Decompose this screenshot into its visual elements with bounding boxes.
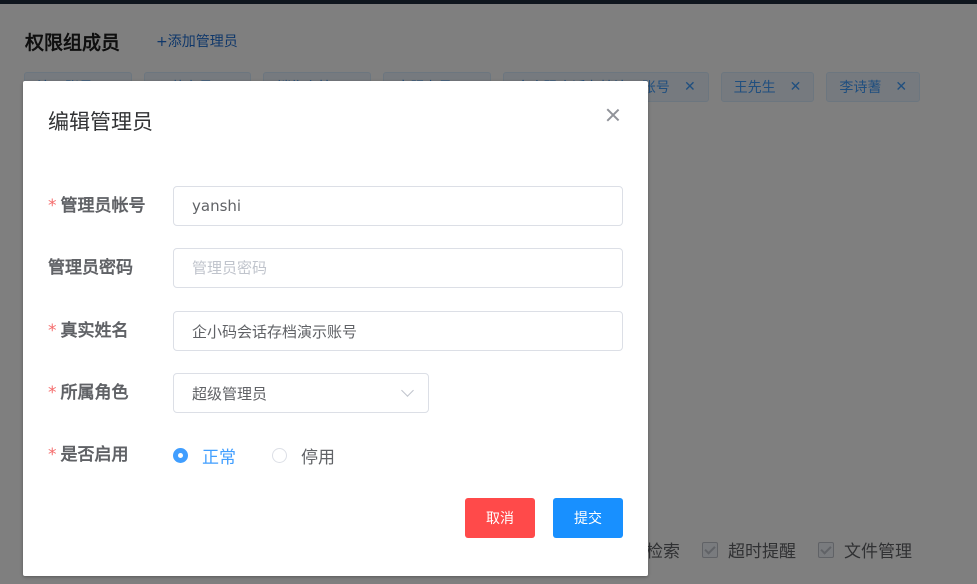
account-input[interactable] — [173, 186, 623, 226]
account-label: * 管理员帐号 — [48, 186, 146, 226]
cancel-button[interactable]: 取消 — [465, 498, 535, 538]
required-mark: * — [48, 445, 57, 465]
close-icon[interactable] — [603, 105, 623, 125]
account-row: * 管理员帐号 — [23, 186, 648, 226]
radio-checked-icon[interactable] — [173, 447, 188, 463]
radio-unchecked-icon[interactable] — [272, 447, 287, 463]
radio-label: 停用 — [301, 447, 335, 468]
role-label-text: 所属角色 — [60, 383, 129, 403]
radio-normal[interactable]: 正常 — [173, 443, 236, 468]
real-name-label-text: 真实姓名 — [60, 321, 129, 341]
dialog-title: 编辑管理员 — [48, 110, 153, 134]
required-mark: * — [48, 321, 57, 341]
submit-button[interactable]: 提交 — [553, 498, 623, 538]
real-name-input[interactable] — [173, 311, 623, 351]
role-row: * 所属角色 超级管理员 — [23, 373, 648, 413]
radio-disabled[interactable]: 停用 — [272, 443, 335, 468]
enabled-radio-group: 正常 停用 — [173, 435, 371, 475]
real-name-row: * 真实姓名 — [23, 311, 648, 351]
enabled-label: * 是否启用 — [48, 435, 129, 475]
password-input[interactable] — [173, 248, 623, 288]
chevron-down-icon — [401, 384, 414, 397]
account-label-text: 管理员帐号 — [60, 196, 146, 216]
enabled-label-text: 是否启用 — [60, 445, 129, 465]
required-mark: * — [48, 196, 57, 216]
role-label: * 所属角色 — [48, 373, 129, 413]
enabled-row: * 是否启用 正常 停用 — [23, 435, 648, 475]
role-select[interactable]: 超级管理员 — [173, 373, 429, 413]
password-row: 管理员密码 — [23, 248, 648, 288]
real-name-label: * 真实姓名 — [48, 311, 129, 351]
required-mark: * — [48, 383, 57, 403]
edit-admin-dialog: 编辑管理员 *管理员帐号 管理员密码 *真实姓名 *所属角色 超级管理员 *是否… — [23, 81, 648, 576]
radio-label: 正常 — [202, 447, 236, 468]
password-label: 管理员密码 — [48, 258, 133, 278]
role-select-value: 超级管理员 — [192, 384, 268, 403]
